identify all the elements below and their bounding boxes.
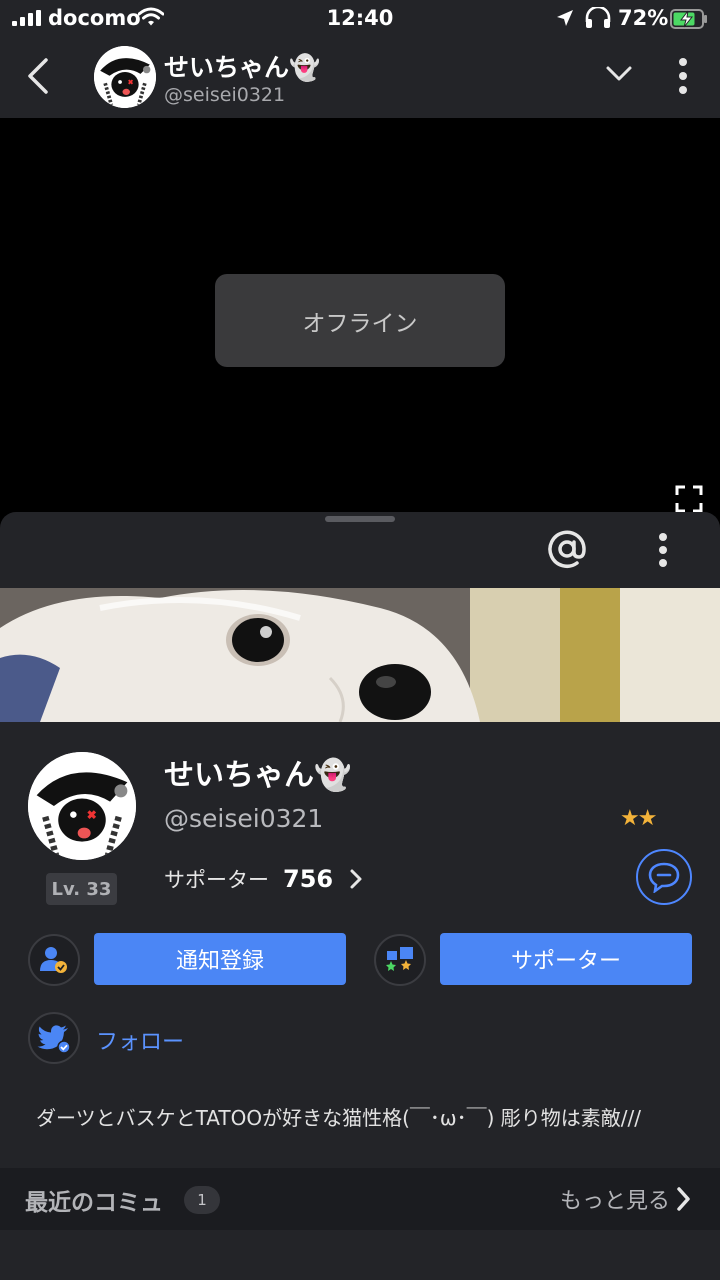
message-icon: [648, 862, 680, 893]
header-avatar[interactable]: [94, 46, 156, 108]
more-vertical-icon[interactable]: [656, 532, 670, 568]
recent-community-title: 最近のコミュ: [25, 1190, 163, 1216]
chevron-down-icon[interactable]: [604, 64, 634, 84]
profile-banner: [0, 588, 720, 722]
profile-bio: ダーツとバスケとTATOOが好きな猫性格(￣･ω･￣) 彫り物は素敵///: [36, 1106, 642, 1130]
level-badge: Lv. 33: [46, 873, 117, 905]
offline-status: オフライン: [215, 274, 505, 367]
battery-percent: 72%: [618, 6, 669, 30]
header-handle: @seisei0321: [164, 84, 286, 106]
notify-status-badge: [28, 934, 80, 986]
at-icon[interactable]: [546, 528, 588, 570]
profile-name: せいちゃん👻: [164, 758, 352, 793]
recent-community-header: 最近のコミュ 1 もっと見る: [0, 1168, 720, 1230]
status-bar: docomo 12:40 72%: [0, 0, 720, 38]
header-bar: せいちゃん👻 @seisei0321: [0, 38, 720, 118]
supporter-status-badge: [374, 934, 426, 986]
see-more-link[interactable]: もっと見る: [560, 1183, 692, 1215]
header-name: せいちゃん👻: [164, 53, 321, 82]
avatar-illustration: [94, 46, 156, 108]
back-icon[interactable]: [22, 56, 56, 96]
chevron-right-icon: [677, 1187, 690, 1211]
twitter-icon: [37, 1025, 71, 1054]
user-check-icon: [40, 947, 67, 973]
twitter-follow-link[interactable]: フォロー: [96, 1024, 184, 1056]
supporter-count-link[interactable]: サポーター 756: [164, 864, 363, 894]
sheet-handle[interactable]: [325, 516, 395, 522]
headphones-icon: [585, 7, 611, 28]
message-button[interactable]: [636, 849, 692, 905]
video-player[interactable]: オフライン: [0, 118, 720, 518]
see-more-label: もっと見る: [559, 1189, 670, 1214]
rank-stars: ★★: [620, 806, 657, 831]
recent-community-count: 1: [184, 1186, 220, 1214]
profile-sheet: Lv. 33 せいちゃん👻 @seisei0321 ★★ サポーター 756 通…: [0, 512, 720, 1280]
avatar-illustration: [28, 752, 136, 860]
more-vertical-icon[interactable]: [676, 56, 690, 96]
supporter-badge-icon: [386, 947, 413, 971]
twitter-badge[interactable]: [28, 1012, 80, 1064]
profile-handle: @seisei0321: [164, 804, 324, 833]
battery-charging-icon: [670, 9, 707, 29]
location-icon: [557, 10, 573, 26]
supporter-count: 756: [283, 865, 334, 893]
fullscreen-icon[interactable]: [674, 484, 704, 514]
supporter-button[interactable]: サポーター: [440, 933, 692, 985]
banner-photo: [0, 588, 720, 722]
supporter-label: サポーター: [164, 868, 269, 892]
clock: 12:40: [326, 6, 394, 30]
notify-register-button[interactable]: 通知登録: [94, 933, 346, 985]
profile-avatar[interactable]: [28, 752, 136, 860]
chevron-right-icon: [350, 869, 362, 889]
